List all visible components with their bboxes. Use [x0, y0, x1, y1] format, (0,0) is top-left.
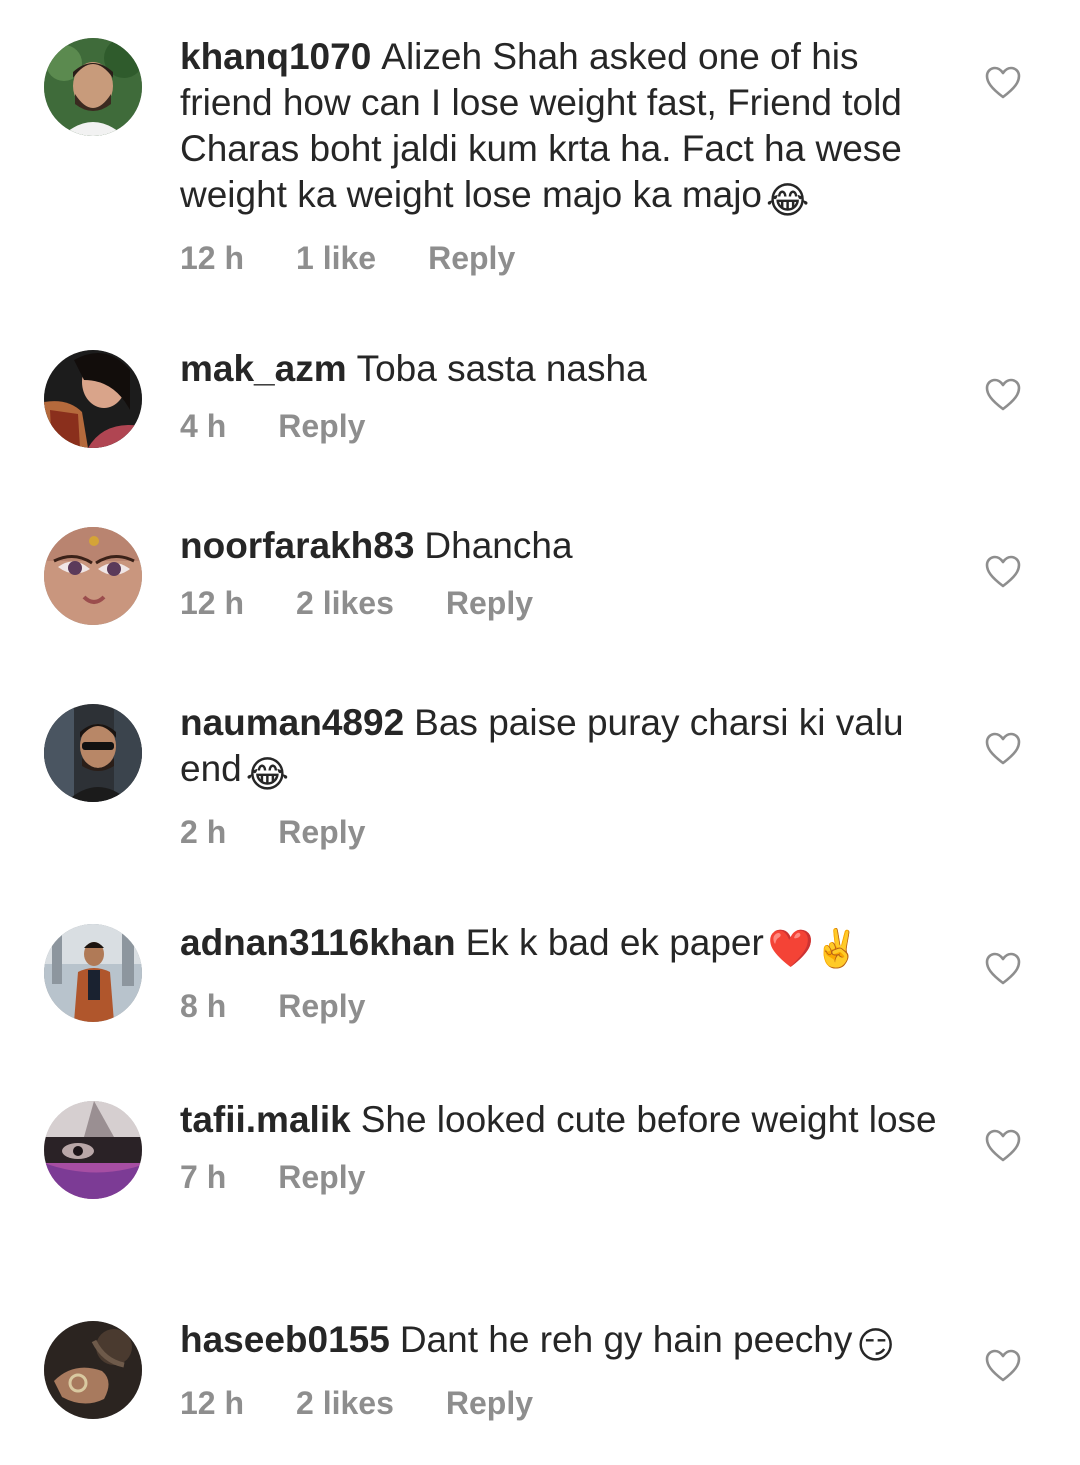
reply-button[interactable]: Reply: [428, 238, 515, 278]
avatar[interactable]: [44, 38, 142, 136]
avatar[interactable]: [44, 704, 142, 802]
comment-username[interactable]: khanq1070: [180, 36, 371, 77]
reply-button[interactable]: Reply: [278, 1157, 365, 1197]
heart-outline-icon: [985, 952, 1021, 985]
comment-body: Toba sasta nasha: [356, 348, 647, 389]
comment-text: haseeb0155 Dant he reh gy hain peechy 😏: [180, 1317, 960, 1369]
comment-time: 4 h: [180, 408, 227, 444]
avatar[interactable]: [44, 1101, 142, 1199]
reply-button[interactable]: Reply: [446, 1383, 533, 1423]
heart-outline-icon: [985, 378, 1021, 411]
comment-meta: 7 h Reply: [180, 1157, 960, 1197]
heart-outline-icon: [985, 732, 1021, 765]
comment-username[interactable]: tafii.malik: [180, 1099, 351, 1140]
comment-body: Dant he reh gy hain peechy: [399, 1319, 853, 1360]
comment-meta: 8 h Reply: [180, 986, 960, 1026]
like-button[interactable]: [985, 378, 1021, 412]
comment-username[interactable]: adnan3116khan: [180, 922, 456, 963]
reply-button[interactable]: Reply: [446, 583, 533, 623]
comment-meta: 12 h 2 likes Reply: [180, 583, 960, 623]
reply-button[interactable]: Reply: [278, 812, 365, 852]
comment-text: mak_azm Toba sasta nasha: [180, 346, 960, 392]
avatar-image: [44, 527, 142, 625]
avatar-image: [44, 350, 142, 448]
reply-button[interactable]: Reply: [278, 406, 365, 446]
comment-time: 8 h: [180, 988, 227, 1024]
comment-time: 12 h: [180, 1385, 245, 1421]
comment-body: Dhancha: [424, 525, 573, 566]
heart-outline-icon: [985, 66, 1021, 99]
heart-outline-icon: [985, 1349, 1021, 1382]
comment-meta: 12 h 2 likes Reply: [180, 1383, 960, 1423]
comment-body: Ek k bad ek paper: [465, 922, 764, 963]
avatar[interactable]: [44, 1321, 142, 1419]
comment-text: noorfarakh83 Dhancha: [180, 523, 960, 569]
avatar-image: [44, 924, 142, 1022]
smirk-emoji: 😏: [856, 1325, 895, 1366]
avatar[interactable]: [44, 350, 142, 448]
heart-outline-icon: [985, 555, 1021, 588]
avatar-image: [44, 1321, 142, 1419]
like-button[interactable]: [985, 1129, 1021, 1163]
comment-username[interactable]: mak_azm: [180, 348, 347, 389]
comment-username[interactable]: haseeb0155: [180, 1319, 390, 1360]
comment-time: 7 h: [180, 1159, 227, 1195]
like-button[interactable]: [985, 66, 1021, 100]
avatar[interactable]: [44, 527, 142, 625]
comment-likes[interactable]: 2 likes: [296, 583, 394, 623]
like-button[interactable]: [985, 732, 1021, 766]
comment-text: adnan3116khan Ek k bad ek paper ❤️✌️: [180, 920, 960, 972]
comment-meta: 4 h Reply: [180, 406, 960, 446]
comment-time: 12 h: [180, 240, 245, 276]
avatar[interactable]: [44, 924, 142, 1022]
comment-meta: 2 h Reply: [180, 812, 960, 852]
comment-likes[interactable]: 2 likes: [296, 1383, 394, 1423]
laughing-emoji: 😂: [766, 180, 810, 221]
comment-text: khanq1070 Alizeh Shah asked one of his fr…: [180, 34, 960, 224]
comment-text: nauman4892 Bas paise puray charsi ki valu…: [180, 700, 960, 798]
heart-outline-icon: [985, 1129, 1021, 1162]
comment-body: She looked cute before weight lose: [360, 1099, 937, 1140]
like-button[interactable]: [985, 555, 1021, 589]
comment-username[interactable]: noorfarakh83: [180, 525, 414, 566]
avatar-image: [44, 1101, 142, 1199]
laughing-emoji: 😂: [245, 754, 289, 795]
comment-meta: 12 h 1 like Reply: [180, 238, 960, 278]
reply-button[interactable]: Reply: [278, 986, 365, 1026]
avatar-image: [44, 704, 142, 802]
comment-time: 12 h: [180, 585, 245, 621]
like-button[interactable]: [985, 1349, 1021, 1383]
avatar-image: [44, 38, 142, 136]
like-button[interactable]: [985, 952, 1021, 986]
comment-username[interactable]: nauman4892: [180, 702, 404, 743]
heart-victory-emoji: ❤️✌️: [767, 928, 860, 969]
comment-time: 2 h: [180, 814, 227, 850]
comment-likes[interactable]: 1 like: [296, 238, 376, 278]
comment-text: tafii.malik She looked cute before weight…: [180, 1097, 960, 1143]
